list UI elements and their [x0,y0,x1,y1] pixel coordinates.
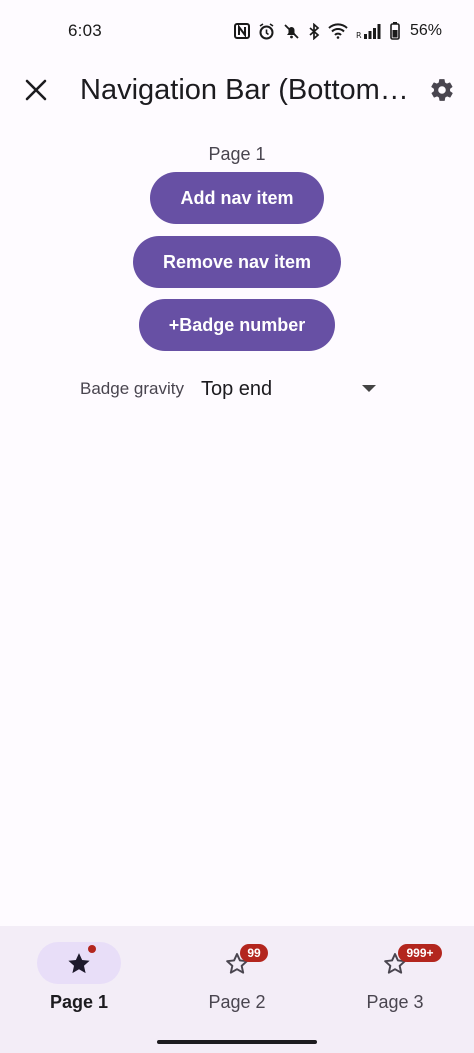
nav-label-page-3: Page 3 [366,992,424,1012]
battery-percent: 56% [409,22,442,39]
gear-icon [431,79,453,101]
star-filled-icon [65,950,93,978]
dropdown-arrow-icon [362,385,376,392]
signal-icon: R [356,23,382,39]
nav-label-page-2: Page 2 [208,992,266,1012]
badge-gravity-dropdown[interactable]: Top end [201,372,376,406]
nav-item-page-2[interactable]: 99 Page 2 [158,926,316,1036]
bottom-navigation-bar: Page 1 99 Page 2 999+ Page 3 [0,926,474,1053]
nav-item-page-1[interactable]: Page 1 [0,926,158,1036]
badge-count: 99 [240,944,268,962]
svg-text:R: R [356,31,362,39]
mute-icon [283,23,300,40]
wifi-icon [328,23,348,39]
close-button[interactable] [14,68,58,112]
status-time: 6:03 [68,21,102,40]
settings-button[interactable] [420,68,464,112]
page-label: Page 1 [208,144,266,164]
top-app-bar: Navigation Bar (Bottom… [0,62,474,118]
gesture-handle[interactable] [157,1040,317,1044]
nav-label-page-1: Page 1 [49,992,109,1012]
battery-icon [390,22,400,40]
status-icons: R 56% [233,22,442,40]
nfc-icon [233,23,250,39]
add-badge-number-button[interactable]: +Badge number [139,299,335,351]
badge-gravity-value: Top end [201,377,273,400]
badge-dot [88,945,96,953]
add-nav-item-button[interactable]: Add nav item [150,172,324,224]
nav-item-page-3[interactable]: 999+ Page 3 [316,926,474,1036]
bluetooth-icon [308,22,320,40]
close-icon [25,79,47,101]
badge-gravity-row: Badge gravity Top end [80,372,380,406]
alarm-icon [258,22,275,40]
badge-gravity-label: Badge gravity [80,379,184,398]
badge-count: 999+ [398,944,442,962]
page-title: Navigation Bar (Bottom… [80,74,409,106]
remove-nav-item-button[interactable]: Remove nav item [133,236,341,288]
status-bar: 6:03 R 56% [0,0,474,62]
